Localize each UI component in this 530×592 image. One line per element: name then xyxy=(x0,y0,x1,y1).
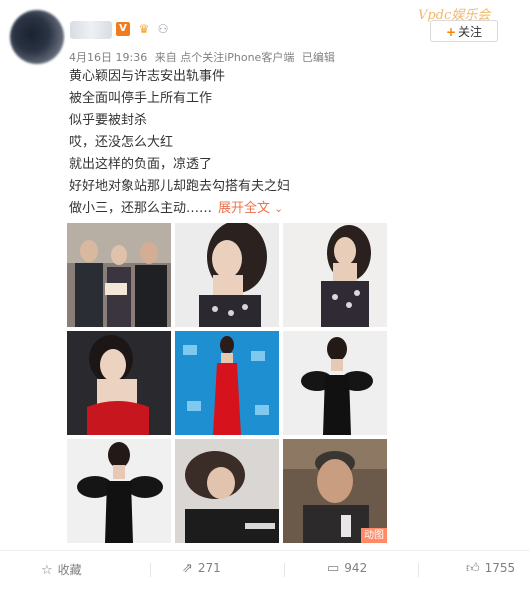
favorite-button[interactable]: ☆ 收藏 xyxy=(41,561,82,578)
divider xyxy=(150,563,151,577)
action-bar: ☆ 收藏 ⇗ 271 ▭ 942 👍︎ 1755 xyxy=(0,550,530,588)
image-thumb-2[interactable] xyxy=(175,223,279,327)
repost-button[interactable]: ⇗ 271 xyxy=(182,561,221,576)
comment-count: 942 xyxy=(344,561,368,575)
weibo-post-card: V ♛ ⚇ Vpdc娱乐会 + 关注 4月16日 19:36 来自 点个关注iPh… xyxy=(0,0,530,592)
image-thumb-7[interactable] xyxy=(67,439,171,543)
edited-label[interactable]: 已编辑 xyxy=(302,51,335,64)
comment-icon: ▭ xyxy=(327,561,340,576)
photo-black-dress xyxy=(283,331,387,435)
divider xyxy=(284,563,285,577)
post-text: 黄心颖因与许志安出轨事件 被全面叫停手上所有工作 似乎要被封杀 哎，还没怎么大红… xyxy=(69,66,509,220)
post-line: 似乎要被封杀 xyxy=(69,113,148,128)
post-line: 好好地对象站那儿却跑去勾搭有夫之妇 xyxy=(69,179,291,194)
expand-full-text-link[interactable]: 展开全文 ⌄ xyxy=(218,201,283,216)
post-line: 就出这样的负面，凉透了 xyxy=(69,157,213,172)
post-timestamp[interactable]: 4月16日 19:36 xyxy=(69,51,147,64)
plus-icon: + xyxy=(445,25,457,39)
post-last-line: 做小三，还那么主动…… 展开全文 ⌄ xyxy=(69,198,509,220)
image-thumb-8[interactable] xyxy=(175,439,279,543)
favorite-label: 收藏 xyxy=(57,563,82,577)
thumbs-up-icon: 👍︎ xyxy=(466,561,480,576)
follow-button[interactable]: + 关注 xyxy=(430,20,498,42)
photo-lying-down xyxy=(175,439,279,543)
crown-icon: ♛ xyxy=(138,22,150,36)
photo-red-dress-closeup xyxy=(67,331,171,435)
repost-count: 271 xyxy=(197,561,221,575)
expand-label: 展开全文 xyxy=(218,201,271,216)
divider xyxy=(418,563,419,577)
avatar[interactable] xyxy=(10,10,64,64)
image-thumb-5[interactable] xyxy=(175,331,279,435)
post-line: 被全面叫停手上所有工作 xyxy=(69,91,213,106)
photo-group-celebration xyxy=(67,223,171,327)
like-count: 1755 xyxy=(484,561,516,575)
verified-badge-icon: V xyxy=(116,22,130,36)
post-line: 黄心颖因与许志安出轨事件 xyxy=(69,69,226,84)
username-blurred[interactable] xyxy=(70,21,112,39)
photo-red-dress-event xyxy=(175,331,279,435)
post-meta: 4月16日 19:36 来自 点个关注iPhone客户端 已编辑 xyxy=(69,49,339,65)
gift-icon: ⚇ xyxy=(157,22,169,36)
like-button[interactable]: 👍︎ 1755 xyxy=(466,561,515,576)
image-thumb-6[interactable] xyxy=(283,331,387,435)
image-thumb-9[interactable]: 动图 xyxy=(283,439,387,543)
image-grid: 动图 xyxy=(67,223,387,543)
image-thumb-1[interactable] xyxy=(67,223,171,327)
comment-button[interactable]: ▭ 942 xyxy=(327,561,367,576)
post-line: 哎，还没怎么大红 xyxy=(69,135,174,150)
photo-portrait-lace xyxy=(175,223,279,327)
chevron-down-icon: ⌄ xyxy=(274,202,284,215)
image-thumb-3[interactable] xyxy=(283,223,387,327)
photo-portrait-lace-2 xyxy=(283,223,387,327)
follow-label: 关注 xyxy=(458,25,483,39)
post-source: 来自 点个关注iPhone客户端 xyxy=(154,51,295,64)
star-icon: ☆ xyxy=(41,563,53,578)
photo-black-dress-2 xyxy=(67,439,171,543)
repost-icon: ⇗ xyxy=(182,561,193,576)
image-thumb-4[interactable] xyxy=(67,331,171,435)
gif-badge: 动图 xyxy=(361,528,387,543)
post-line: 做小三，还那么主动…… xyxy=(69,201,213,216)
